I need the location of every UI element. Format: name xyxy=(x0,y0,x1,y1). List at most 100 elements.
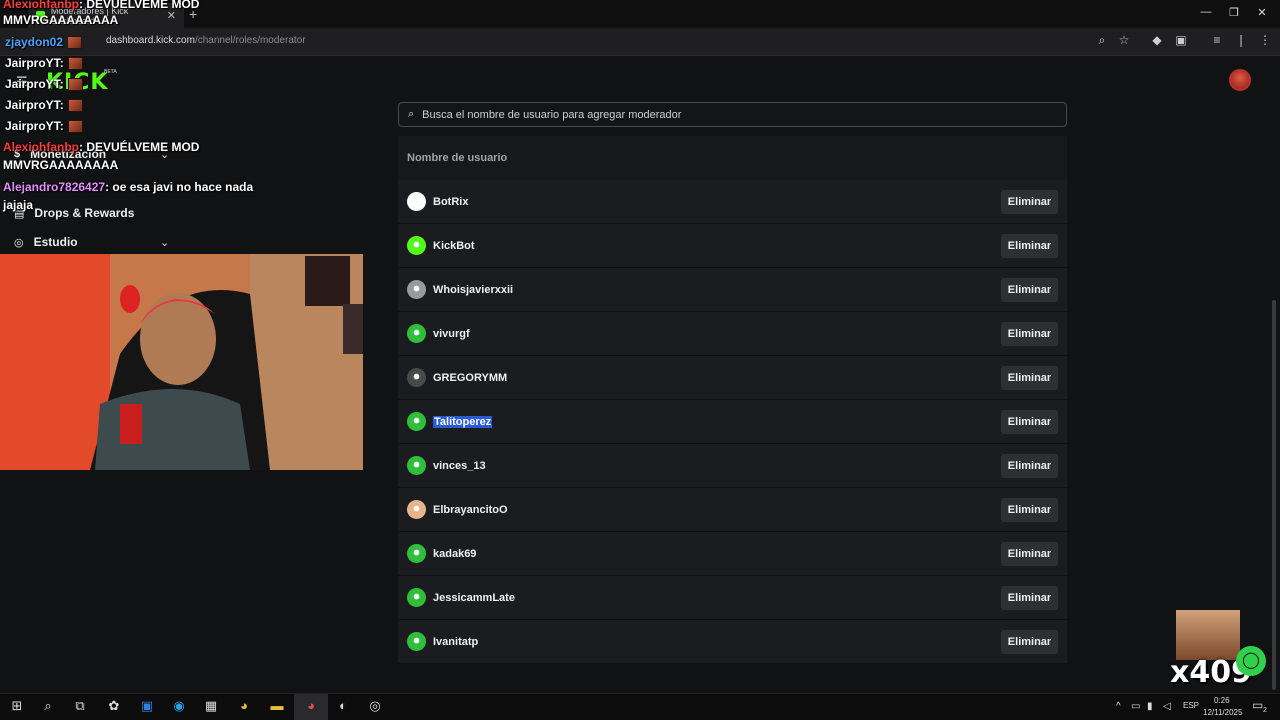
username: GREGORYMM xyxy=(433,371,508,384)
username: ElbrayancitoO xyxy=(433,503,508,516)
chat-text: : xyxy=(59,119,64,133)
remove-moderator-button[interactable]: Eliminar xyxy=(1001,190,1058,214)
table-header: Nombre de usuario xyxy=(398,136,1067,180)
remove-moderator-button[interactable]: Eliminar xyxy=(1001,498,1058,522)
sidebar-item-label: Estudio xyxy=(33,235,78,249)
chat-emote xyxy=(67,78,83,92)
network-icon[interactable]: ▭ xyxy=(1131,701,1140,712)
store-icon[interactable]: ▦ xyxy=(202,698,220,714)
user-avatar xyxy=(407,236,426,255)
remove-moderator-button[interactable]: Eliminar xyxy=(1001,630,1058,654)
remove-moderator-button[interactable]: Eliminar xyxy=(1001,234,1058,258)
column-username: Nombre de usuario xyxy=(407,152,508,164)
table-row: ElbrayancitoO Eliminar xyxy=(398,488,1067,531)
chat-username: JairproYT xyxy=(5,77,60,91)
browser-menu-icon[interactable]: ⋮ xyxy=(1256,33,1274,47)
chat-message: JairproYT: xyxy=(5,56,83,71)
username: JessicammLate xyxy=(433,591,515,604)
close-window-icon[interactable]: ✕ xyxy=(1250,6,1274,19)
chat-username: Alexiohfanbp xyxy=(3,140,80,154)
user-avatar xyxy=(407,192,426,211)
remove-moderator-button[interactable]: Eliminar xyxy=(1001,322,1058,346)
battery-icon[interactable]: ▮ xyxy=(1147,701,1153,712)
chrome-active-icon[interactable]: ◕ xyxy=(302,698,320,714)
beta-badge: BETA xyxy=(104,69,117,75)
tray-expand-icon[interactable]: ^ xyxy=(1116,701,1121,712)
bookmark-star-icon[interactable]: ☆ xyxy=(1115,33,1133,47)
chevron-down-icon[interactable]: ⌄ xyxy=(160,236,169,249)
chat-username: JairproYT xyxy=(5,98,60,112)
page-scrollbar[interactable] xyxy=(1272,300,1276,690)
chrome-icon[interactable]: ◕ xyxy=(235,698,253,714)
username: kadak69 xyxy=(433,547,477,560)
user-avatar xyxy=(407,500,426,519)
outlook-icon[interactable]: ▣ xyxy=(138,698,156,714)
user-avatar xyxy=(407,324,426,343)
media-control-icon[interactable]: ≡ xyxy=(1208,33,1226,47)
zoom-icon[interactable]: ⌕ xyxy=(1093,33,1111,48)
account-avatar[interactable] xyxy=(1229,69,1251,91)
chat-text: : oe esa javi no hace nada xyxy=(105,180,254,194)
remove-moderator-button[interactable]: Eliminar xyxy=(1001,366,1058,390)
chat-text: : DEVUÉLVEME MOD xyxy=(79,140,200,154)
table-row: JessicammLate Eliminar xyxy=(398,576,1067,619)
chat-emote xyxy=(67,99,83,113)
remove-moderator-button[interactable]: Eliminar xyxy=(1001,586,1058,610)
moderator-search-field[interactable]: ⌕ Busca el nombre de usuario para agrega… xyxy=(398,102,1067,127)
search-icon: ⌕ xyxy=(408,108,415,120)
task-view-icon[interactable]: ⧉ xyxy=(71,698,89,714)
chat-message: JairproYT: xyxy=(5,77,83,92)
chat-text: MMVRGAAAAAAAA xyxy=(3,158,119,172)
search-icon[interactable]: ⌕ xyxy=(39,698,57,714)
table-row: vivurgf Eliminar xyxy=(398,312,1067,355)
user-avatar xyxy=(407,588,426,607)
windows-start-icon[interactable]: ⊞ xyxy=(8,698,26,714)
url-path: /channel/roles/moderator xyxy=(194,35,306,46)
chat-message: Alejandro7826427: oe esa javi no hace na… xyxy=(3,180,253,194)
clock-time[interactable]: 0:26 xyxy=(1214,696,1230,705)
app-icon[interactable]: ◎ xyxy=(366,698,384,714)
obs-icon[interactable]: ◐ xyxy=(334,698,352,714)
extension-icon[interactable]: ◆ xyxy=(1148,33,1166,47)
url-host: dashboard.kick.com xyxy=(106,35,195,46)
volume-icon[interactable]: ◁ xyxy=(1163,701,1171,712)
sidebar-item-estudio[interactable]: ◎ Estudio xyxy=(14,235,78,249)
copilot-icon[interactable]: ✿ xyxy=(105,698,123,714)
minimize-icon[interactable]: — xyxy=(1194,6,1218,18)
chat-message: zjaydon02 xyxy=(5,35,83,50)
chat-username: JairproYT xyxy=(5,119,60,133)
user-avatar xyxy=(407,412,426,431)
chat-username: JairproYT xyxy=(5,56,60,70)
username: Ivanitatp xyxy=(433,635,479,648)
chat-username: Alexiohfanbp xyxy=(3,0,80,11)
username: KickBot xyxy=(433,239,475,252)
camera-icon: ◎ xyxy=(14,236,24,249)
search-placeholder: Busca el nombre de usuario para agregar … xyxy=(422,108,682,121)
chat-username: zjaydon02 xyxy=(5,35,64,49)
chat-message: JairproYT: xyxy=(5,119,83,134)
profile-icon[interactable]: ❘ xyxy=(1232,33,1250,47)
file-explorer-icon[interactable]: ▬ xyxy=(268,698,286,714)
remove-moderator-button[interactable]: Eliminar xyxy=(1001,410,1058,434)
url-field[interactable]: dashboard.kick.com/channel/roles/moderat… xyxy=(106,35,306,46)
emote-image xyxy=(1176,610,1240,660)
edge-icon[interactable]: ◉ xyxy=(170,698,188,714)
chat-emote xyxy=(67,57,83,71)
remove-moderator-button[interactable]: Eliminar xyxy=(1001,542,1058,566)
clock-date[interactable]: 12/11/2025 xyxy=(1203,708,1242,717)
sidebar-item-label: Drops & Rewards xyxy=(34,206,135,220)
remove-moderator-button[interactable]: Eliminar xyxy=(1001,454,1058,478)
user-avatar xyxy=(407,544,426,563)
remove-moderator-button[interactable]: Eliminar xyxy=(1001,278,1058,302)
chat-emote xyxy=(67,36,83,50)
notification-icon[interactable]: ▭ xyxy=(1252,698,1263,712)
windows-taskbar xyxy=(0,693,1280,720)
table-row: Ivanitatp Eliminar xyxy=(398,620,1067,663)
language-indicator[interactable]: ESP xyxy=(1183,701,1199,710)
chat-username: Alejandro7826427 xyxy=(3,180,106,194)
chat-message: JairproYT: xyxy=(5,98,83,113)
restore-icon[interactable]: ❐ xyxy=(1222,6,1246,19)
puzzle-icon[interactable]: ▣ xyxy=(1172,33,1190,47)
username: vivurgf xyxy=(433,327,470,340)
chat-bubble-icon[interactable]: ◯ xyxy=(1236,646,1266,676)
